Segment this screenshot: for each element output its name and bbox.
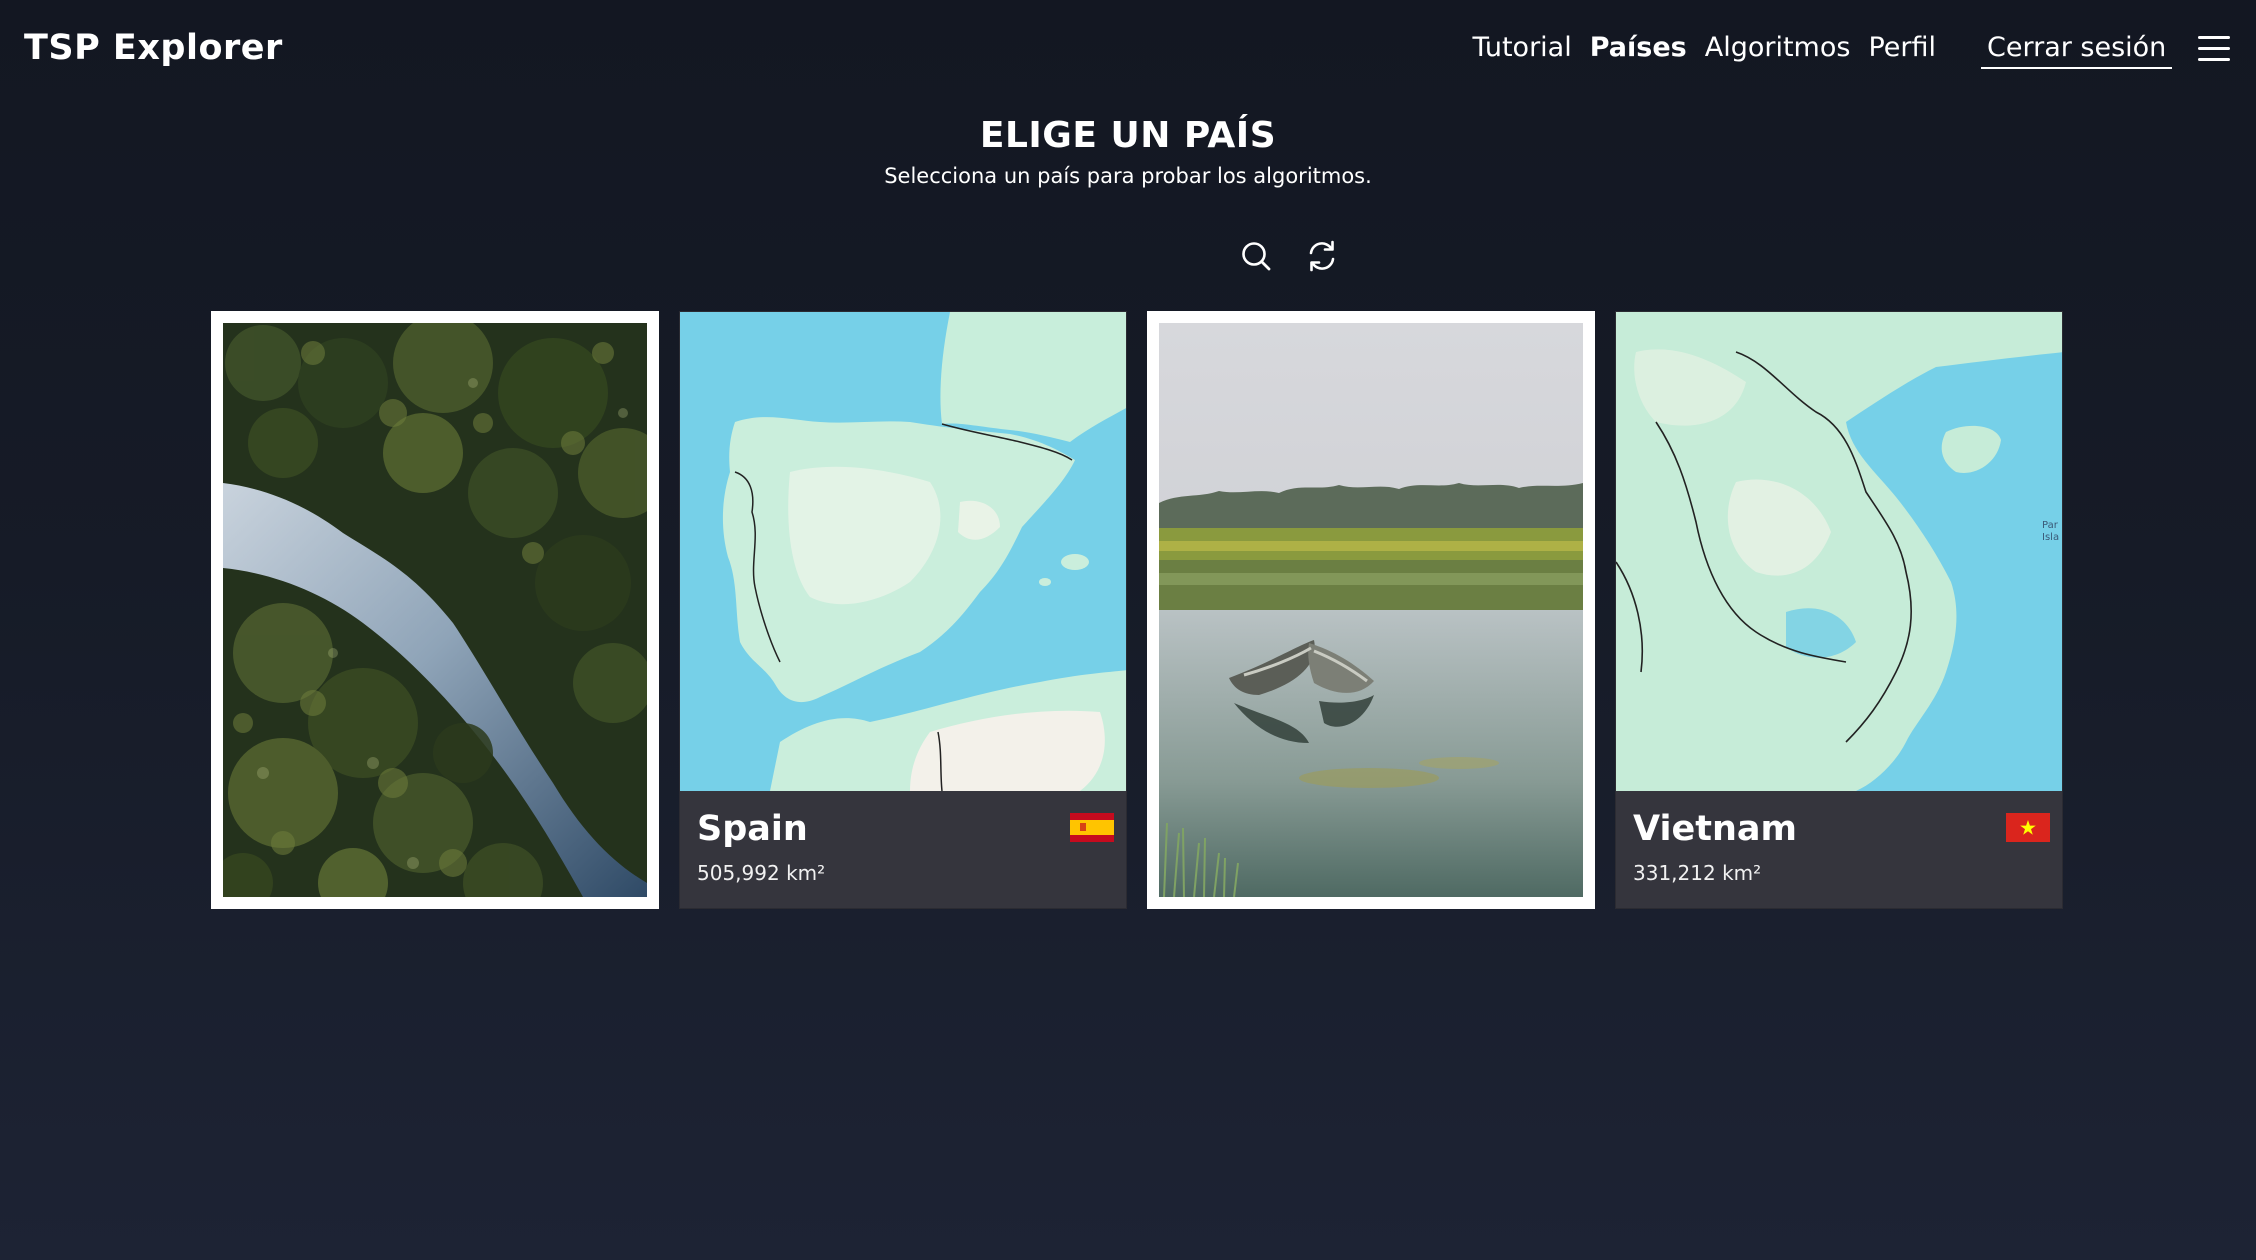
navbar: TSP Explorer Tutorial Países Algoritmos … (0, 0, 2256, 100)
nav-link-algoritmos[interactable]: Algoritmos (1705, 32, 1851, 63)
country-card-vietnam[interactable]: Par Isla Vietnam 331,212 km² (1615, 311, 2063, 909)
svg-text:Par: Par (2042, 520, 2059, 531)
country-name: Vietnam (1633, 809, 1797, 849)
brand-logo[interactable]: TSP Explorer (24, 28, 283, 68)
page-title: ELIGE UN PAÍS (979, 115, 1277, 156)
country-card-photo-rainforest[interactable] (211, 311, 659, 909)
country-card-spain[interactable]: Spain 505,992 km² (679, 311, 1127, 909)
card-footer: Vietnam 331,212 km² (1616, 791, 2062, 908)
nav-link-paises[interactable]: Países (1590, 32, 1687, 63)
spain-flag-icon (1070, 813, 1114, 842)
svg-text:Isla: Isla (2042, 532, 2059, 543)
refresh-button[interactable] (1304, 238, 1340, 274)
vietnam-map-image: Par Isla (1616, 312, 2062, 791)
country-name: Spain (697, 809, 808, 849)
search-button[interactable] (1238, 238, 1274, 274)
logout-button[interactable]: Cerrar sesión (1981, 32, 2173, 69)
nav-link-perfil[interactable]: Perfil (1868, 32, 1936, 63)
hamburger-menu-icon[interactable] (2198, 36, 2230, 62)
nav-link-tutorial[interactable]: Tutorial (1472, 32, 1571, 63)
aerial-rainforest-river-photo (223, 323, 647, 897)
nav-links: Tutorial Países Algoritmos Perfil (1472, 32, 1936, 63)
refresh-icon (1309, 240, 1335, 272)
card-footer: Spain 505,992 km² (680, 791, 1126, 908)
vietnam-flag-icon (2006, 813, 2050, 842)
country-area: 505,992 km² (697, 861, 826, 885)
search-icon (1242, 242, 1271, 271)
page-subtitle: Selecciona un país para probar los algor… (884, 164, 1372, 188)
wooden-boats-on-lake-photo (1159, 323, 1583, 897)
spain-map-image (680, 312, 1126, 791)
country-card-photo-lake[interactable] (1147, 311, 1595, 909)
country-area: 331,212 km² (1633, 861, 1762, 885)
